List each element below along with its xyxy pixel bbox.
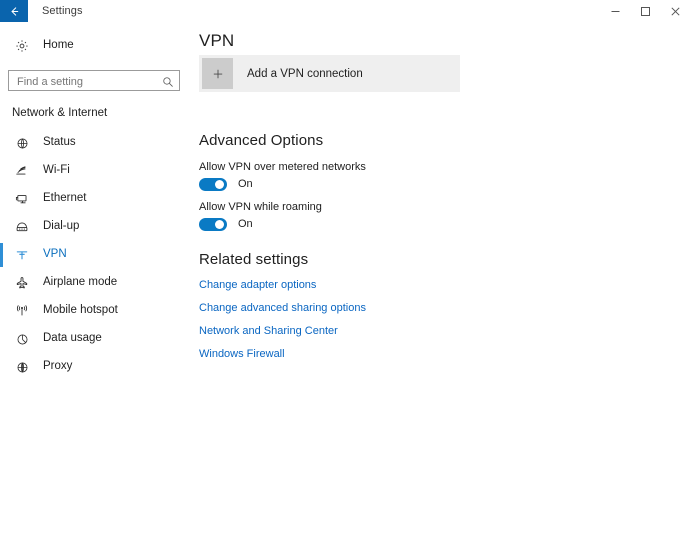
advanced-options-heading: Advanced Options — [199, 132, 324, 149]
sidebar-item-vpn[interactable]: VPN — [0, 241, 190, 269]
sidebar-item-status[interactable]: Status — [0, 129, 190, 157]
titlebar: Settings — [0, 0, 690, 22]
sidebar-item-home-label: Home — [43, 39, 74, 52]
sidebar-item-dialup-label: Dial-up — [43, 220, 80, 233]
related-settings-heading: Related settings — [199, 251, 309, 268]
minimize-icon — [610, 6, 621, 17]
sidebar-item-proxy[interactable]: Proxy — [0, 353, 190, 381]
sidebar-item-wifi[interactable]: Wi-Fi — [0, 157, 190, 185]
minimize-button[interactable] — [600, 0, 630, 22]
settings-window: Settings Home Find a setting Network & I… — [0, 0, 690, 534]
sidebar-nav-list: Status Wi-Fi Ethernet Dial-up VPN Airpla… — [0, 129, 190, 381]
globe-icon — [12, 357, 32, 377]
search-input[interactable] — [15, 71, 159, 92]
link-change-advanced-sharing-options[interactable]: Change advanced sharing options — [199, 302, 366, 314]
dialup-modem-icon — [12, 217, 32, 237]
toggle-row-metered: On — [199, 177, 253, 191]
sidebar-item-home[interactable]: Home — [0, 32, 190, 60]
link-network-and-sharing-center[interactable]: Network and Sharing Center — [199, 325, 338, 337]
toggle-allow-vpn-while-roaming[interactable] — [199, 217, 227, 231]
link-change-adapter-options[interactable]: Change adapter options — [199, 279, 316, 291]
sidebar-item-status-label: Status — [43, 136, 76, 149]
link-windows-firewall[interactable]: Windows Firewall — [199, 348, 285, 360]
add-vpn-connection-button[interactable]: Add a VPN connection — [199, 55, 460, 92]
window-title: Settings — [42, 5, 83, 17]
search-container — [8, 70, 180, 92]
add-vpn-connection-label: Add a VPN connection — [247, 67, 363, 80]
wifi-icon — [12, 161, 32, 181]
sidebar-item-airplane-mode[interactable]: Airplane mode — [0, 269, 190, 297]
hotspot-antenna-icon — [12, 301, 32, 321]
sidebar-item-mobile-hotspot[interactable]: Mobile hotspot — [0, 297, 190, 325]
sidebar-item-airplane-mode-label: Airplane mode — [43, 276, 118, 289]
maximize-icon — [640, 6, 651, 17]
setting-label-roaming: Allow VPN while roaming — [199, 201, 322, 213]
airplane-icon — [12, 273, 32, 293]
close-button[interactable] — [660, 0, 690, 22]
sidebar-item-mobile-hotspot-label: Mobile hotspot — [43, 304, 118, 317]
pie-chart-icon — [12, 329, 32, 349]
maximize-button[interactable] — [630, 0, 660, 22]
plus-icon — [202, 58, 233, 89]
toggle-allow-vpn-over-metered-networks[interactable] — [199, 177, 227, 191]
sidebar-item-vpn-label: VPN — [43, 248, 67, 261]
sidebar-item-ethernet-label: Ethernet — [43, 192, 87, 205]
sidebar-item-proxy-label: Proxy — [43, 360, 73, 373]
toggle-row-roaming: On — [199, 217, 253, 231]
back-arrow-icon — [8, 5, 21, 18]
sidebar-item-dialup[interactable]: Dial-up — [0, 213, 190, 241]
search-box[interactable] — [8, 70, 180, 92]
status-globe-icon — [12, 133, 32, 153]
toggle-state-metered: On — [238, 178, 253, 190]
sidebar-item-data-usage[interactable]: Data usage — [0, 325, 190, 353]
search-icon — [162, 75, 174, 87]
sidebar: Home Network & Internet — [0, 22, 190, 534]
sidebar-item-wifi-label: Wi-Fi — [43, 164, 70, 177]
sidebar-category-label: Network & Internet — [12, 107, 108, 119]
close-icon — [670, 6, 681, 17]
gear-icon — [12, 36, 32, 56]
sidebar-item-ethernet[interactable]: Ethernet — [0, 185, 190, 213]
vpn-key-icon — [12, 245, 32, 265]
setting-label-metered: Allow VPN over metered networks — [199, 161, 366, 173]
main-content: VPN Add a VPN connection Advanced Option… — [190, 22, 690, 534]
back-button[interactable] — [0, 0, 28, 22]
toggle-knob — [215, 179, 224, 189]
toggle-state-roaming: On — [238, 218, 253, 230]
sidebar-item-data-usage-label: Data usage — [43, 332, 102, 345]
ethernet-icon — [12, 189, 32, 209]
page-title: VPN — [199, 31, 235, 50]
toggle-knob — [215, 219, 224, 229]
window-controls — [600, 0, 690, 22]
